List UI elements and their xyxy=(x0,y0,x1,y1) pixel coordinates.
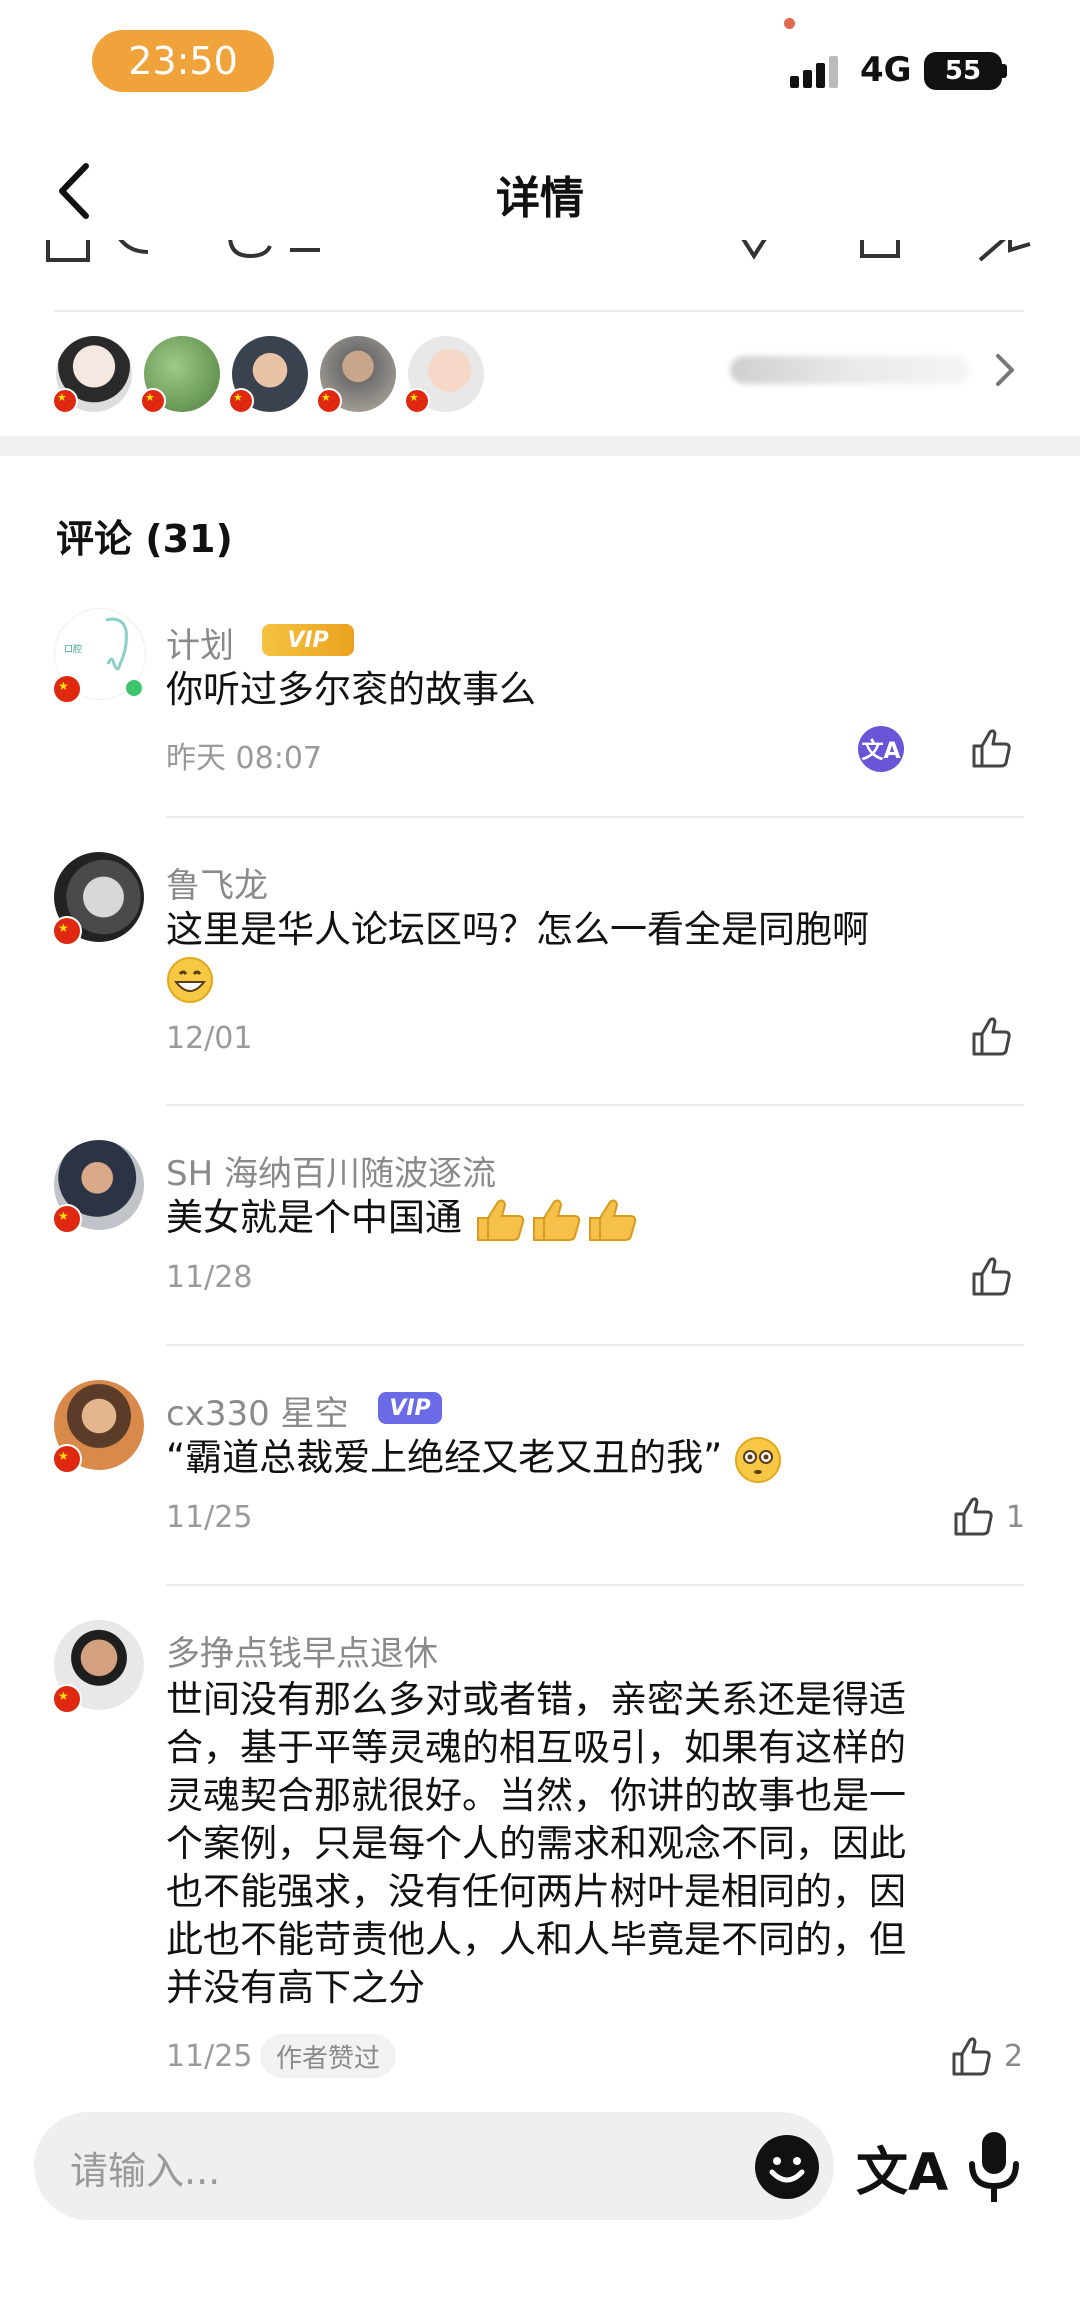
flag-icon xyxy=(52,674,82,704)
status-time: 23:50 xyxy=(92,30,274,92)
comment-line: 个案例，只是每个人的需求和观念不同，因此 xyxy=(166,1822,906,1865)
battery-tip xyxy=(1002,64,1007,78)
divider xyxy=(166,1104,1024,1106)
comment-author[interactable]: 计划 xyxy=(166,618,234,667)
like-count: 1 xyxy=(1006,1500,1026,1535)
battery-level: 55 xyxy=(924,52,1002,90)
thumbs-up-emoji-icon xyxy=(476,1199,524,1241)
comment-line: 世间没有那么多对或者错，亲密关系还是得适 xyxy=(166,1678,906,1721)
author-liked-tag: 作者赞过 xyxy=(260,2034,397,2078)
signal-icon xyxy=(790,54,844,88)
thumbs-up-icon[interactable] xyxy=(970,1254,1014,1298)
comment-date: 11/25 xyxy=(166,2039,253,2074)
flag-icon xyxy=(228,388,254,414)
microphone-icon[interactable] xyxy=(966,2128,1022,2208)
thumbs-up-icon[interactable] xyxy=(970,1014,1014,1058)
camera-indicator xyxy=(784,18,795,29)
comment-text: 世间没有那么多对或者错，亲密关系还是得适 合，基于平等灵魂的相互吸引，如果有这样… xyxy=(166,1676,1046,2012)
flag-icon xyxy=(52,1204,82,1234)
thumbs-up-emoji-icon xyxy=(588,1199,636,1241)
comment-author[interactable]: 多挣点钱早点退休 xyxy=(166,1626,438,1675)
comment-line: 此也不能苛责他人，人和人毕竟是不同的，但 xyxy=(166,1918,906,1961)
comment-author[interactable]: cx330 星空 xyxy=(166,1386,349,1435)
comment-text-content: 美女就是个中国通 xyxy=(166,1196,462,1239)
divider xyxy=(166,816,1024,818)
scrolled-action-row xyxy=(46,240,1031,262)
comment-date: 11/25 xyxy=(166,1500,253,1535)
section-separator xyxy=(0,436,1080,456)
comment-date: 12/01 xyxy=(166,1021,253,1056)
thumbs-up-icon[interactable] xyxy=(970,726,1014,770)
flushed-face-icon xyxy=(735,1436,782,1483)
flag-icon xyxy=(404,388,430,414)
flag-icon xyxy=(52,388,78,414)
flag-icon xyxy=(52,1684,82,1714)
comment-text-content: 这里是华人论坛区吗？怎么一看全是同胞啊 xyxy=(166,908,869,951)
comment-text: “霸道总裁爱上绝经又老又丑的我” xyxy=(166,1434,996,1484)
comment-text: 美女就是个中国通 xyxy=(166,1194,996,1244)
online-status xyxy=(124,678,144,698)
thumbs-up-icon[interactable] xyxy=(950,2034,994,2078)
comment-date: 昨天 08:07 xyxy=(166,741,322,776)
divider xyxy=(166,1584,1024,1586)
divider xyxy=(166,1344,1024,1346)
vip-badge: VIP xyxy=(378,1392,442,1424)
chevron-right-icon[interactable] xyxy=(990,350,1018,390)
comment-line: 并没有高下之分 xyxy=(166,1966,425,2009)
flag-icon xyxy=(52,916,82,946)
vip-badge: VIP xyxy=(262,624,354,656)
flag-icon xyxy=(140,388,166,414)
thumbs-up-emoji-icon xyxy=(532,1199,580,1241)
grinning-face-icon xyxy=(167,956,213,1003)
comment-date: 11/28 xyxy=(166,1260,253,1295)
network-type: 4G xyxy=(860,50,912,90)
translate-badge-icon[interactable]: 文A xyxy=(858,726,904,772)
svg-text:口腔: 口腔 xyxy=(64,643,82,655)
comment-line: 也不能强求，没有任何两片树叶是相同的，因 xyxy=(166,1870,906,1913)
comment-input-placeholder: 请输入... xyxy=(70,2149,221,2193)
comments-header: 评论 (31) xyxy=(56,517,233,561)
comment-text: 你听过多尔衮的故事么 xyxy=(166,668,536,711)
like-count: 2 xyxy=(1004,2039,1024,2074)
page-title: 详情 xyxy=(496,173,584,224)
comment-line: 合，基于平等灵魂的相互吸引，如果有这样的 xyxy=(166,1726,906,1769)
emoji-icon[interactable] xyxy=(754,2134,820,2200)
translate-icon[interactable]: 文A xyxy=(856,2130,948,2205)
comment-author[interactable]: SH 海纳百川随波逐流 xyxy=(166,1146,496,1195)
comment-text: 这里是华人论坛区吗？怎么一看全是同胞啊 xyxy=(166,906,996,1004)
blurred-name xyxy=(730,356,970,384)
divider xyxy=(54,310,1024,312)
comment-line: 灵魂契合那就很好。当然，你讲的故事也是一 xyxy=(166,1774,906,1817)
flag-icon xyxy=(52,1444,82,1474)
comment-author[interactable]: 鲁飞龙 xyxy=(166,858,268,907)
flag-icon xyxy=(316,388,342,414)
comment-text-content: “霸道总裁爱上绝经又老又丑的我” xyxy=(166,1436,723,1479)
thumbs-up-icon[interactable] xyxy=(952,1494,996,1538)
